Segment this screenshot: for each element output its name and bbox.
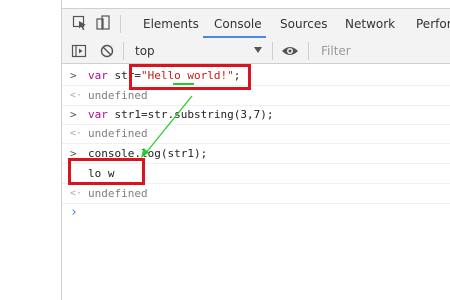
toolbar-divider <box>272 42 273 60</box>
return-value: undefined <box>88 187 148 200</box>
active-tab-indicator <box>203 36 266 38</box>
console-toolbar: top Filter <box>62 39 450 64</box>
console-prompt-line[interactable]: › <box>62 203 450 222</box>
tab-network[interactable]: Network <box>345 17 395 31</box>
toolbar-divider <box>123 42 124 60</box>
clear-console-icon[interactable] <box>99 43 115 59</box>
tab-sources[interactable]: Sources <box>280 17 327 31</box>
toolbar-divider <box>308 42 309 60</box>
return-value: undefined <box>88 127 148 140</box>
code-text: str1=str.substring(3,7); <box>107 108 274 121</box>
tab-console[interactable]: Console <box>214 17 262 31</box>
console-return-line: <· undefined <box>62 184 450 204</box>
show-sidebar-icon[interactable] <box>71 43 87 59</box>
page-area <box>0 0 62 300</box>
highlight-box-output <box>68 158 145 185</box>
console-input-line: > var str="Hello world!"; <box>62 66 450 86</box>
console-return-line: <· undefined <box>62 124 450 144</box>
console-code: var str1=str.substring(3,7); <box>88 105 273 124</box>
filter-placeholder: Filter <box>321 44 351 58</box>
context-selector-value: top <box>135 44 155 58</box>
devtools-panel: Elements Console Sources Network Perform… <box>62 0 450 300</box>
tab-elements[interactable]: Elements <box>143 17 199 31</box>
keyword: var <box>88 69 108 82</box>
inspect-element-icon[interactable] <box>72 15 88 31</box>
return-arrow-icon: <· <box>70 188 83 199</box>
toolbar-divider <box>120 15 121 33</box>
console-return-line: <· undefined <box>62 86 450 106</box>
context-selector[interactable]: top <box>128 42 266 60</box>
input-prompt-icon: > <box>70 69 77 82</box>
filter-input[interactable]: Filter <box>314 42 450 60</box>
tab-performance[interactable]: Perform <box>416 17 450 31</box>
prompt-caret-icon: › <box>70 205 78 220</box>
return-arrow-icon: <· <box>70 128 83 139</box>
input-prompt-icon: > <box>70 108 77 121</box>
return-arrow-icon: <· <box>70 90 83 101</box>
console-input-line: > var str1=str.substring(3,7); <box>62 105 450 125</box>
devtools-tabbar: Elements Console Sources Network Perform <box>62 8 450 40</box>
keyword: var <box>88 108 108 121</box>
highlight-box-string <box>129 64 251 90</box>
eye-icon[interactable] <box>281 43 298 59</box>
dropdown-arrow-icon <box>254 47 262 53</box>
device-toolbar-icon[interactable] <box>95 15 111 31</box>
